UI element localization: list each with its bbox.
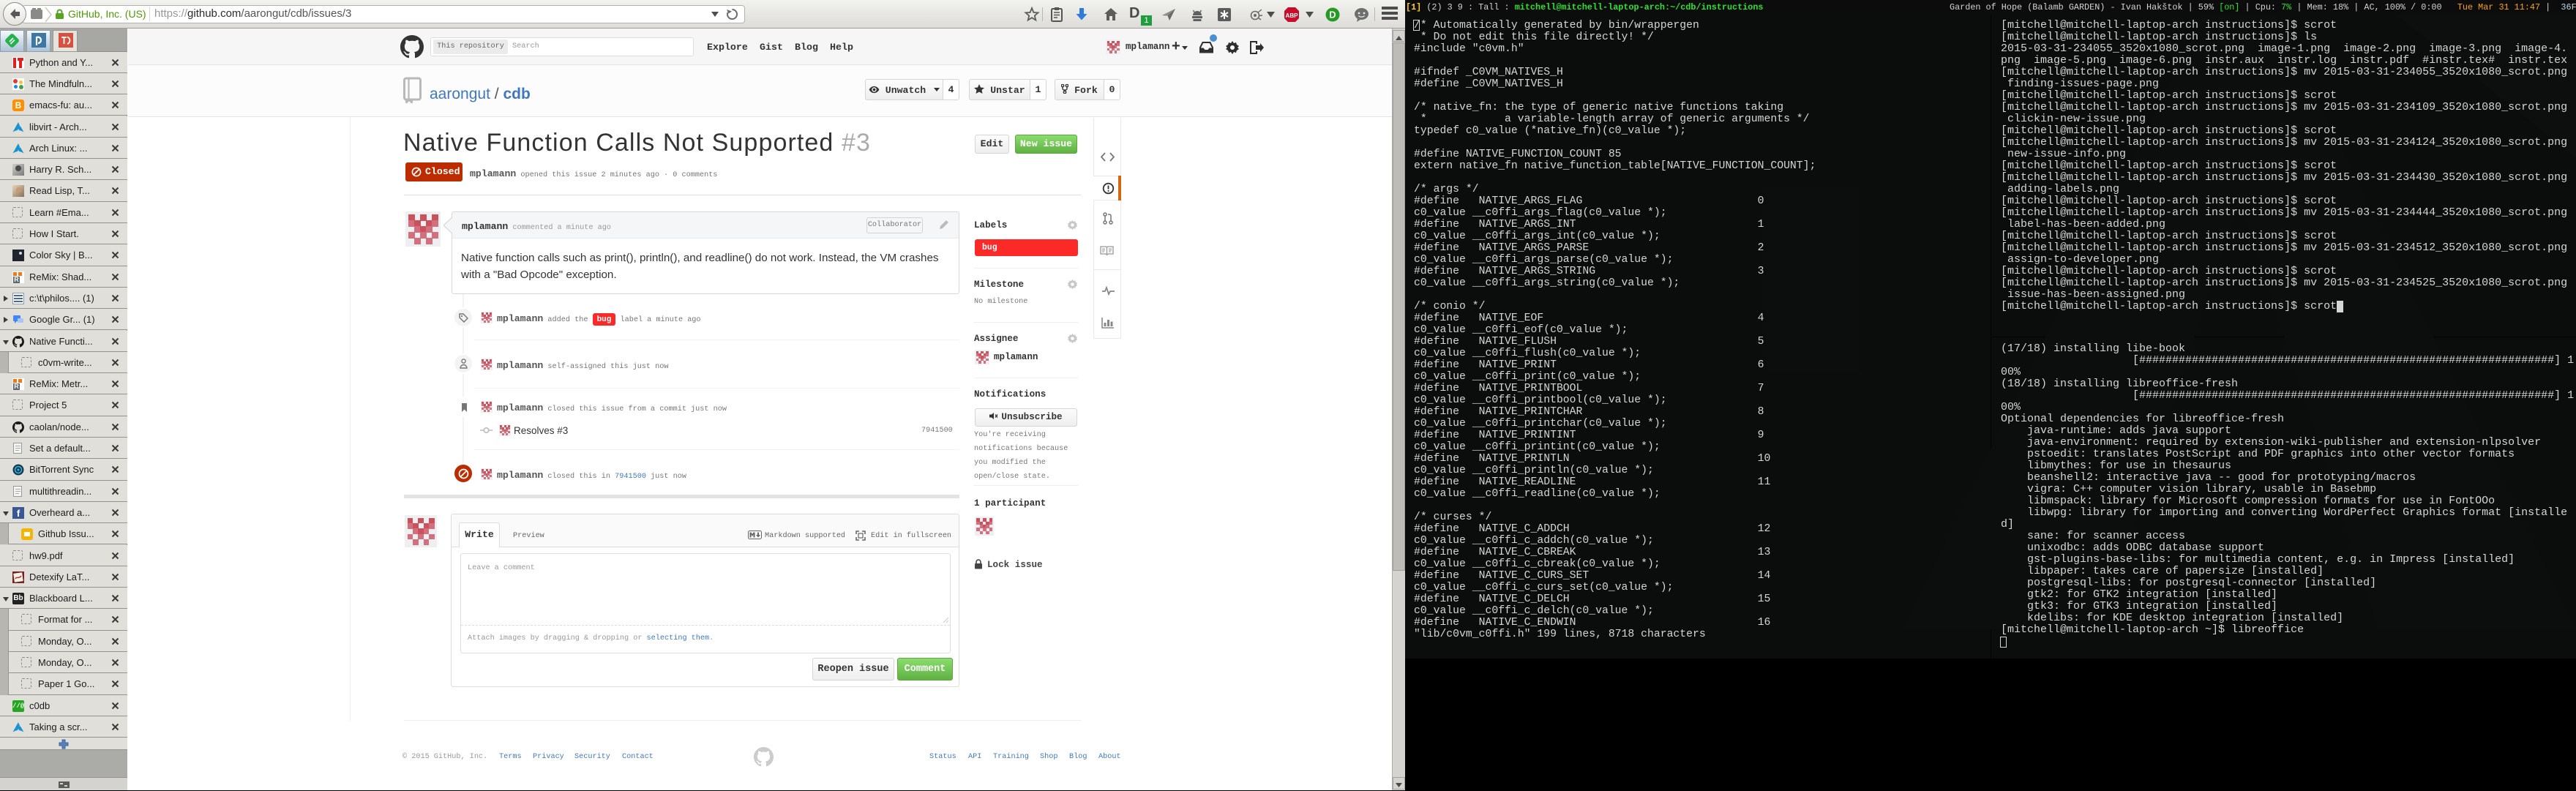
svg-text:D: D: [1329, 10, 1336, 20]
svg-text:ABP: ABP: [1286, 12, 1299, 19]
